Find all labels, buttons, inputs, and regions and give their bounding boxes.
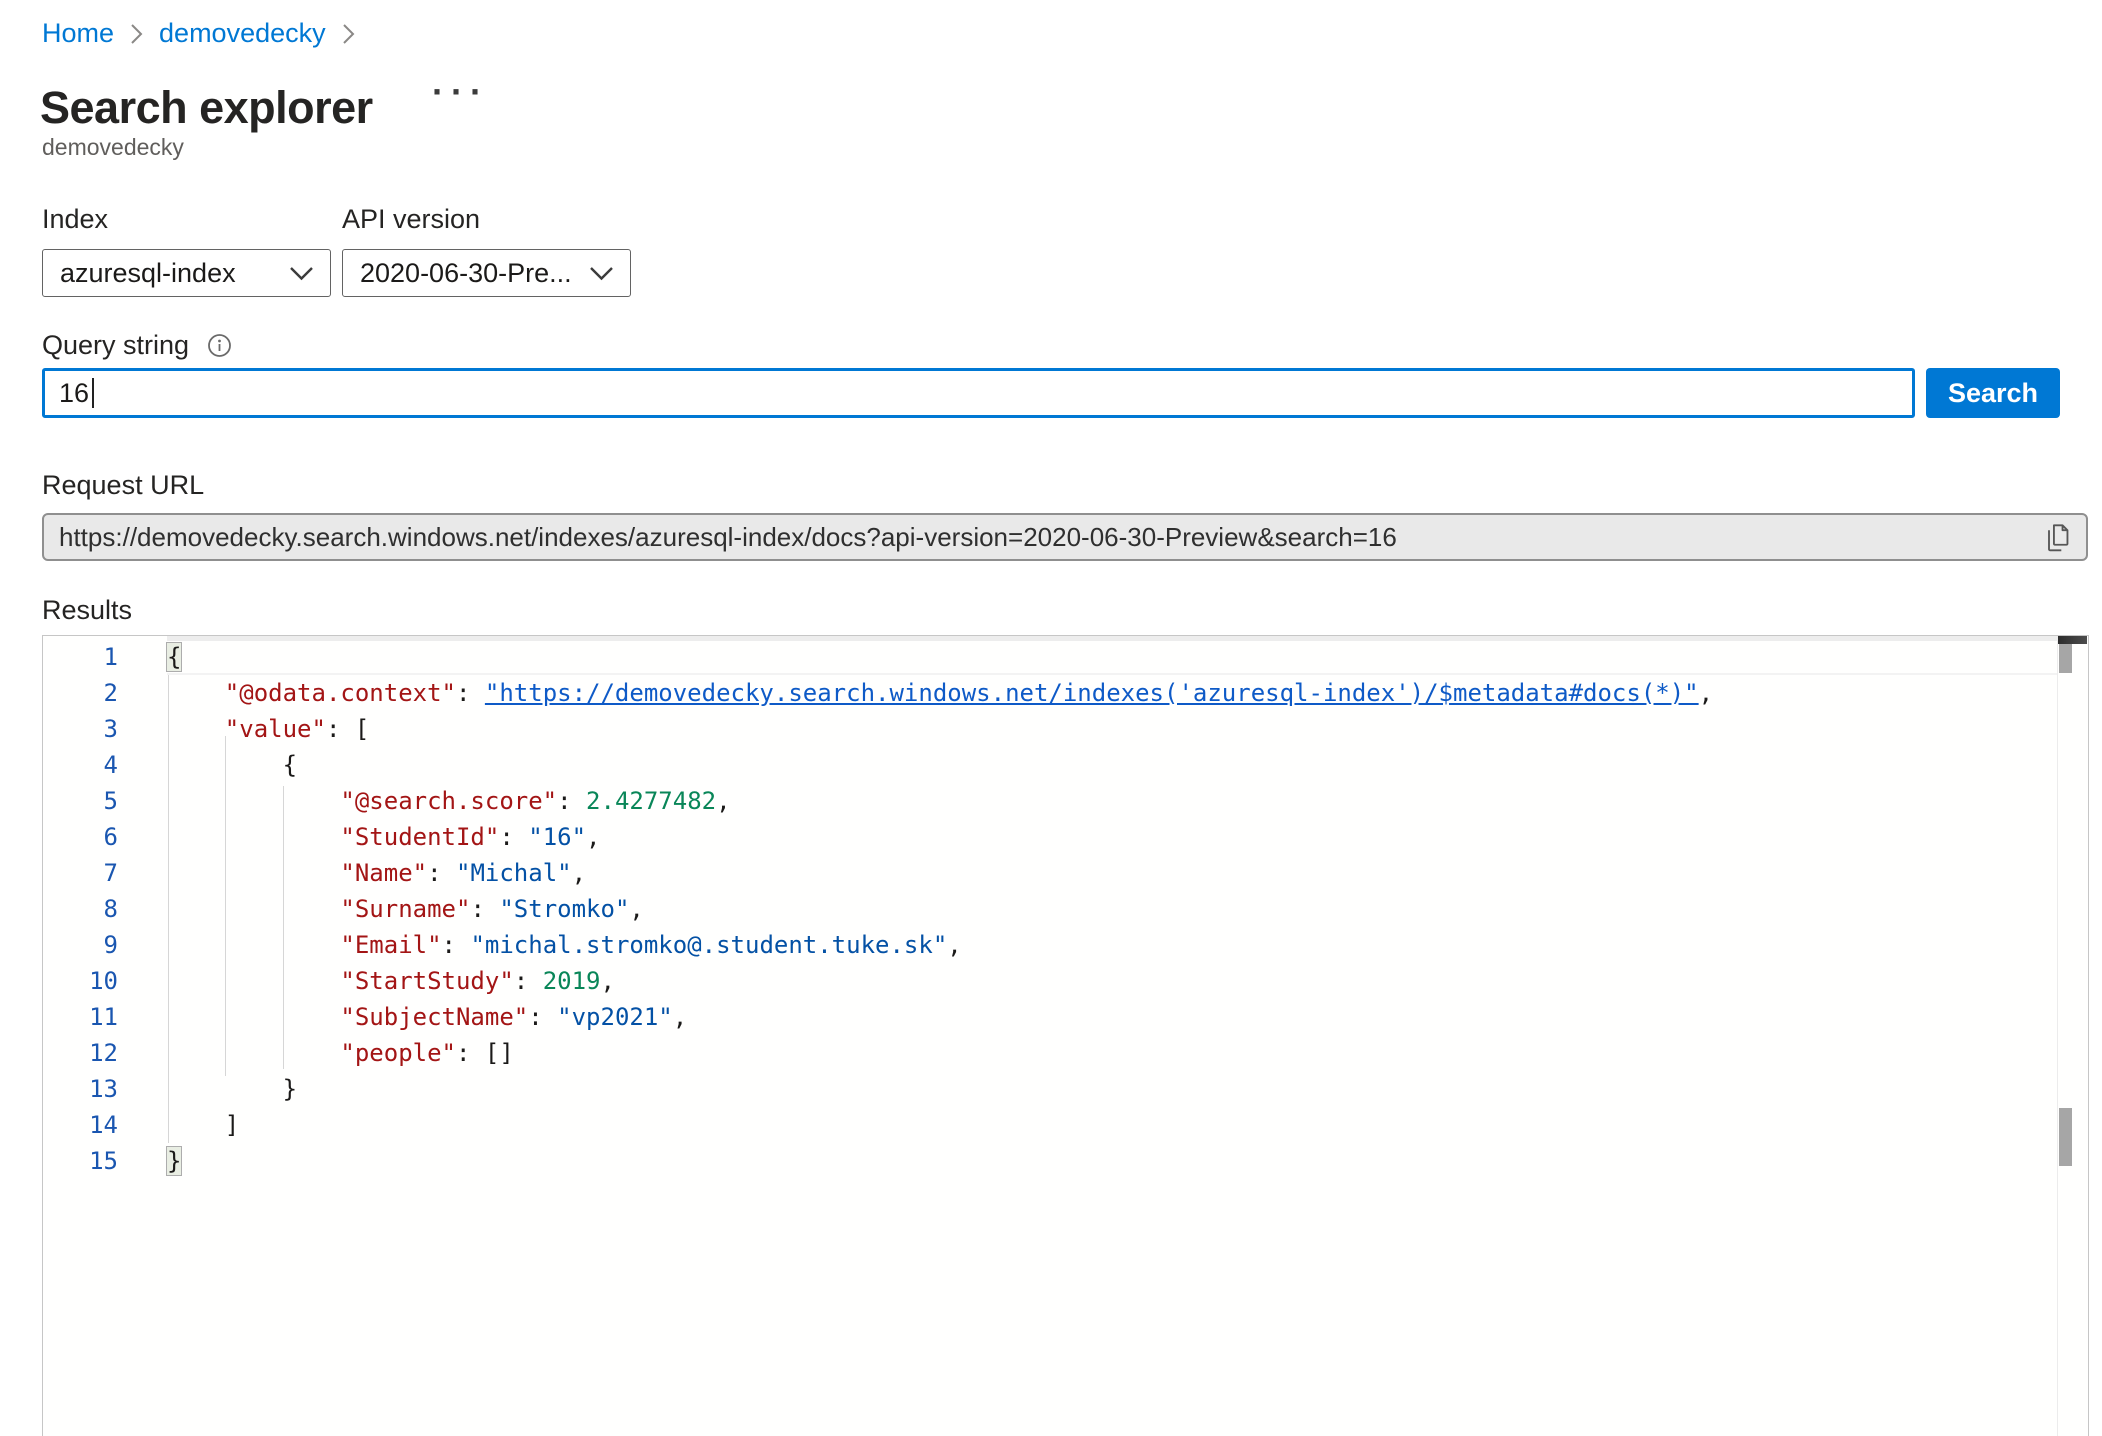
code-line: { <box>167 747 1713 783</box>
code-line: "StartStudy": 2019, <box>167 963 1713 999</box>
breadcrumb-demovedecky-link[interactable]: demovedecky <box>159 18 326 49</box>
line-number: 7 <box>43 855 118 891</box>
code-line: "Surname": "Stromko", <box>167 891 1713 927</box>
vertical-scrollbar-thumb[interactable] <box>2059 644 2072 673</box>
line-number: 12 <box>43 1035 118 1071</box>
code-line: "Name": "Michal", <box>167 855 1713 891</box>
query-input[interactable] <box>42 368 1915 418</box>
chevron-down-icon <box>589 266 614 281</box>
index-label: Index <box>42 204 108 235</box>
query-input-wrap <box>42 368 1915 418</box>
breadcrumb: Home demovedecky <box>42 18 355 49</box>
line-number: 10 <box>43 963 118 999</box>
query-string-label: Query string <box>42 330 189 361</box>
line-number: 14 <box>43 1107 118 1143</box>
request-url-field[interactable]: https://demovedecky.search.windows.net/i… <box>42 513 2088 561</box>
copy-icon <box>2042 521 2072 553</box>
copy-button[interactable] <box>2042 521 2072 553</box>
chevron-right-icon <box>130 23 143 45</box>
code-line: "Email": "michal.stromko@.student.tuke.s… <box>167 927 1713 963</box>
code-line: "@odata.context": "https://demovedecky.s… <box>167 675 1713 711</box>
index-select-value: azuresql-index <box>60 258 236 289</box>
line-number: 3 <box>43 711 118 747</box>
line-number: 2 <box>43 675 118 711</box>
code-line: ] <box>167 1107 1713 1143</box>
line-number: 8 <box>43 891 118 927</box>
info-icon[interactable] <box>207 333 232 358</box>
api-version-select[interactable]: 2020-06-30-Pre... <box>342 249 631 297</box>
editor-gutter: 123456789101112131415 <box>43 639 118 1179</box>
results-json-editor[interactable]: 123456789101112131415 { "@odata.context"… <box>42 635 2089 1436</box>
api-version-select-value: 2020-06-30-Pre... <box>360 258 572 289</box>
results-label: Results <box>42 595 132 626</box>
code-line: "@search.score": 2.4277482, <box>167 783 1713 819</box>
request-url-value: https://demovedecky.search.windows.net/i… <box>59 522 2030 553</box>
code-line: "value": [ <box>167 711 1713 747</box>
chevron-down-icon <box>289 266 314 281</box>
overview-ruler-top-decoration <box>2058 636 2087 644</box>
search-button[interactable]: Search <box>1926 368 2060 418</box>
code-line: "SubjectName": "vp2021", <box>167 999 1713 1035</box>
scrollbar-track-edge <box>2057 636 2058 1436</box>
overview-ruler-mark <box>2059 1108 2072 1166</box>
text-cursor <box>92 378 94 408</box>
api-version-label: API version <box>342 204 480 235</box>
page-subtitle: demovedecky <box>42 134 184 161</box>
query-string-label-row: Query string <box>42 330 232 361</box>
breadcrumb-home-link[interactable]: Home <box>42 18 114 49</box>
editor-code: { "@odata.context": "https://demovedecky… <box>167 639 1713 1179</box>
line-number: 15 <box>43 1143 118 1179</box>
line-number: 5 <box>43 783 118 819</box>
line-number: 9 <box>43 927 118 963</box>
request-url-label: Request URL <box>42 470 204 501</box>
more-menu-button[interactable]: ··· <box>428 72 493 112</box>
line-number: 1 <box>43 639 118 675</box>
line-number: 6 <box>43 819 118 855</box>
line-number: 11 <box>43 999 118 1035</box>
code-line: } <box>167 1143 1713 1179</box>
line-number: 13 <box>43 1071 118 1107</box>
index-select[interactable]: azuresql-index <box>42 249 331 297</box>
page-title: Search explorer <box>40 82 373 134</box>
code-line: "people": [] <box>167 1035 1713 1071</box>
code-line: } <box>167 1071 1713 1107</box>
line-number: 4 <box>43 747 118 783</box>
search-explorer-page: Home demovedecky Search explorer ··· dem… <box>0 0 2102 1436</box>
code-line: "StudentId": "16", <box>167 819 1713 855</box>
chevron-right-icon <box>342 23 355 45</box>
code-line: { <box>167 639 1713 675</box>
